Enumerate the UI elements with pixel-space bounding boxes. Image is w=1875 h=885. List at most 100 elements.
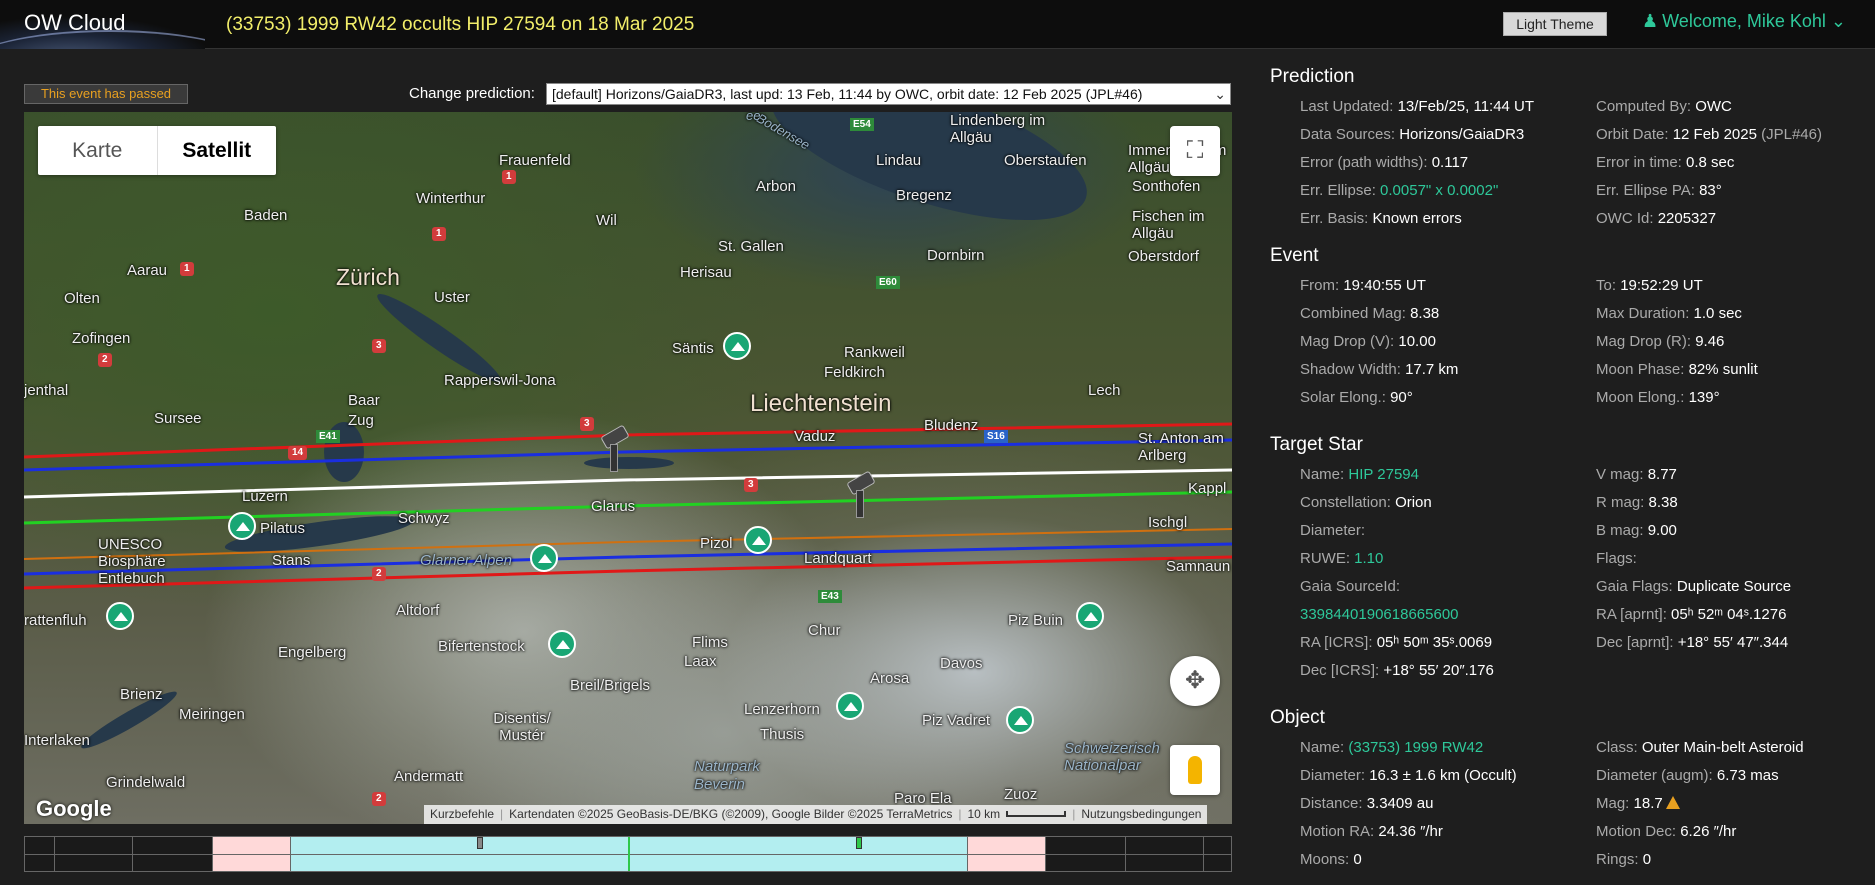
mountain-peak-icon[interactable] [228, 512, 256, 540]
place-label: Wil [596, 212, 617, 229]
info-row: Gaia SourceId: [1300, 578, 1401, 595]
observer-station-icon[interactable] [596, 424, 630, 476]
place-label: Herisau [680, 264, 732, 281]
place-label: Olten [64, 290, 100, 307]
place-label: Stans [272, 552, 311, 569]
mountain-peak-icon[interactable] [106, 602, 134, 630]
place-label: Vaduz [794, 428, 836, 445]
info-row: From: 19:40:55 UT [1300, 277, 1426, 294]
place-label: Chur [808, 622, 841, 639]
info-row: Diameter (augm): 6.73 mas [1596, 767, 1779, 784]
error-ellipse-link[interactable]: 0.0057" x 0.0002" [1380, 182, 1498, 199]
place-label: Pilatus [260, 520, 306, 537]
info-row: To: 19:52:29 UT [1596, 277, 1703, 294]
info-row: Distance: 3.3409 au [1300, 795, 1434, 812]
target-star-heading: Target Star [1270, 434, 1363, 455]
info-row: Err. Ellipse PA: 83° [1596, 182, 1722, 199]
road-shield: 3 [580, 417, 594, 431]
info-row: 3398440190618665600 [1300, 606, 1459, 623]
info-row: RUWE: 1.10 [1300, 550, 1384, 567]
ruwe-link[interactable]: 1.10 [1354, 550, 1383, 567]
observer-station-icon[interactable] [842, 470, 876, 522]
change-prediction-label: Change prediction: [409, 85, 535, 102]
mountain-peak-icon[interactable] [1006, 706, 1034, 734]
gaia-source-id-link[interactable]: 3398440190618665600 [1300, 606, 1459, 623]
user-menu[interactable]: ♟ Welcome, Mike Kohl ⌄ [1642, 11, 1846, 32]
map-type-karte-button[interactable]: Karte [38, 126, 157, 175]
place-label: Davos [940, 655, 983, 672]
place-label: Säntis [672, 340, 714, 357]
mountain-peak-icon[interactable] [530, 544, 558, 572]
info-row: Motion RA: 24.36 ″/hr [1300, 823, 1443, 840]
timeline-handle[interactable] [477, 837, 483, 849]
info-row: Diameter: [1300, 522, 1366, 539]
app-logo-text: OW Cloud [24, 10, 126, 35]
info-row: Mag Drop (V): 10.00 [1300, 333, 1436, 350]
road-shield: E60 [876, 276, 900, 289]
page-title: (33753) 1999 RW42 occults HIP 27594 on 1… [226, 14, 695, 35]
place-label: Bludenz [924, 417, 979, 434]
keyboard-shortcuts-link[interactable]: Kurzbefehle [430, 805, 494, 824]
place-label: Interlaken [24, 732, 90, 749]
place-label: Lindenberg im Allgäu [950, 112, 1046, 146]
place-label: Lenzerhorn [744, 701, 820, 718]
mountain-peak-icon[interactable] [1076, 602, 1104, 630]
place-label: Baar [348, 392, 380, 409]
terms-link[interactable]: Nutzungsbedingungen [1081, 805, 1201, 824]
map-view[interactable]: Zürich Liechtenstein Frauenfeld Winterth… [24, 112, 1232, 824]
map-type-control: Karte Satellit [38, 126, 276, 175]
place-label: Glarus [591, 498, 636, 515]
scale-label[interactable]: 10 km [968, 805, 1001, 824]
place-label: Flims [692, 634, 728, 651]
place-label: Oberstaufen [1004, 152, 1087, 169]
info-row: Shadow Width: 17.7 km [1300, 361, 1459, 378]
mountain-peak-icon[interactable] [836, 692, 864, 720]
camera-pan-icon[interactable]: ✥ [1170, 656, 1220, 706]
chevron-down-icon: ⌄ [1830, 11, 1846, 31]
road-shield: 1 [180, 262, 194, 276]
chevron-down-icon: ⌄ [1214, 86, 1226, 102]
place-label: Grindelwald [106, 774, 186, 791]
place-label: Rankweil [844, 344, 905, 361]
place-label: Laax [684, 653, 717, 670]
fullscreen-icon[interactable]: ⛶ [1170, 126, 1220, 176]
info-row: Error in time: 0.8 sec [1596, 154, 1735, 171]
timeline-handle[interactable] [856, 837, 862, 849]
place-label: Engelberg [278, 644, 347, 661]
place-label: jenthal [24, 382, 69, 399]
star-name-link[interactable]: HIP 27594 [1348, 466, 1419, 483]
info-row: Moon Phase: 82% sunlit [1596, 361, 1758, 378]
place-label: Dornbirn [927, 247, 985, 264]
app-logo[interactable]: OW Cloud [0, 0, 205, 49]
info-row: V mag: 8.77 [1596, 466, 1677, 483]
place-label: Landquart [804, 550, 872, 567]
prediction-heading: Prediction [1270, 66, 1355, 87]
place-label: Altdorf [396, 602, 440, 619]
road-shield: 2 [372, 567, 386, 581]
place-label: Oberstdorf [1128, 248, 1199, 265]
info-row: Class: Outer Main-belt Asteroid [1596, 739, 1804, 756]
place-label: rattenfluh [24, 612, 87, 629]
warning-icon[interactable] [1665, 796, 1680, 809]
place-label: Andermatt [394, 768, 464, 785]
road-shield: E41 [316, 430, 340, 443]
mountain-peak-icon[interactable] [723, 332, 751, 360]
object-name-link[interactable]: (33753) 1999 RW42 [1348, 739, 1483, 756]
mountain-peak-icon[interactable] [744, 526, 772, 554]
place-label: Luzern [242, 488, 288, 505]
place-label: Kappl [1188, 480, 1227, 497]
place-label: Bregenz [896, 187, 952, 204]
mountain-peak-icon[interactable] [548, 630, 576, 658]
scale-bar [1006, 811, 1067, 817]
event-timeline[interactable] [24, 836, 1232, 872]
place-label: Ischgl [1148, 514, 1188, 531]
info-row: Data Sources: Horizons/GaiaDR3 [1300, 126, 1525, 143]
timeline-center-marker [628, 837, 630, 871]
light-theme-button[interactable]: Light Theme [1503, 12, 1607, 36]
prediction-select[interactable]: [default] Horizons/GaiaDR3, last upd: 13… [546, 83, 1231, 105]
info-row: Error (path widths): 0.117 [1300, 154, 1469, 171]
map-type-satellit-button[interactable]: Satellit [156, 126, 277, 175]
place-label: Zürich [336, 264, 400, 290]
street-view-pegman-icon[interactable] [1170, 745, 1220, 795]
place-label: Lindau [876, 152, 922, 169]
